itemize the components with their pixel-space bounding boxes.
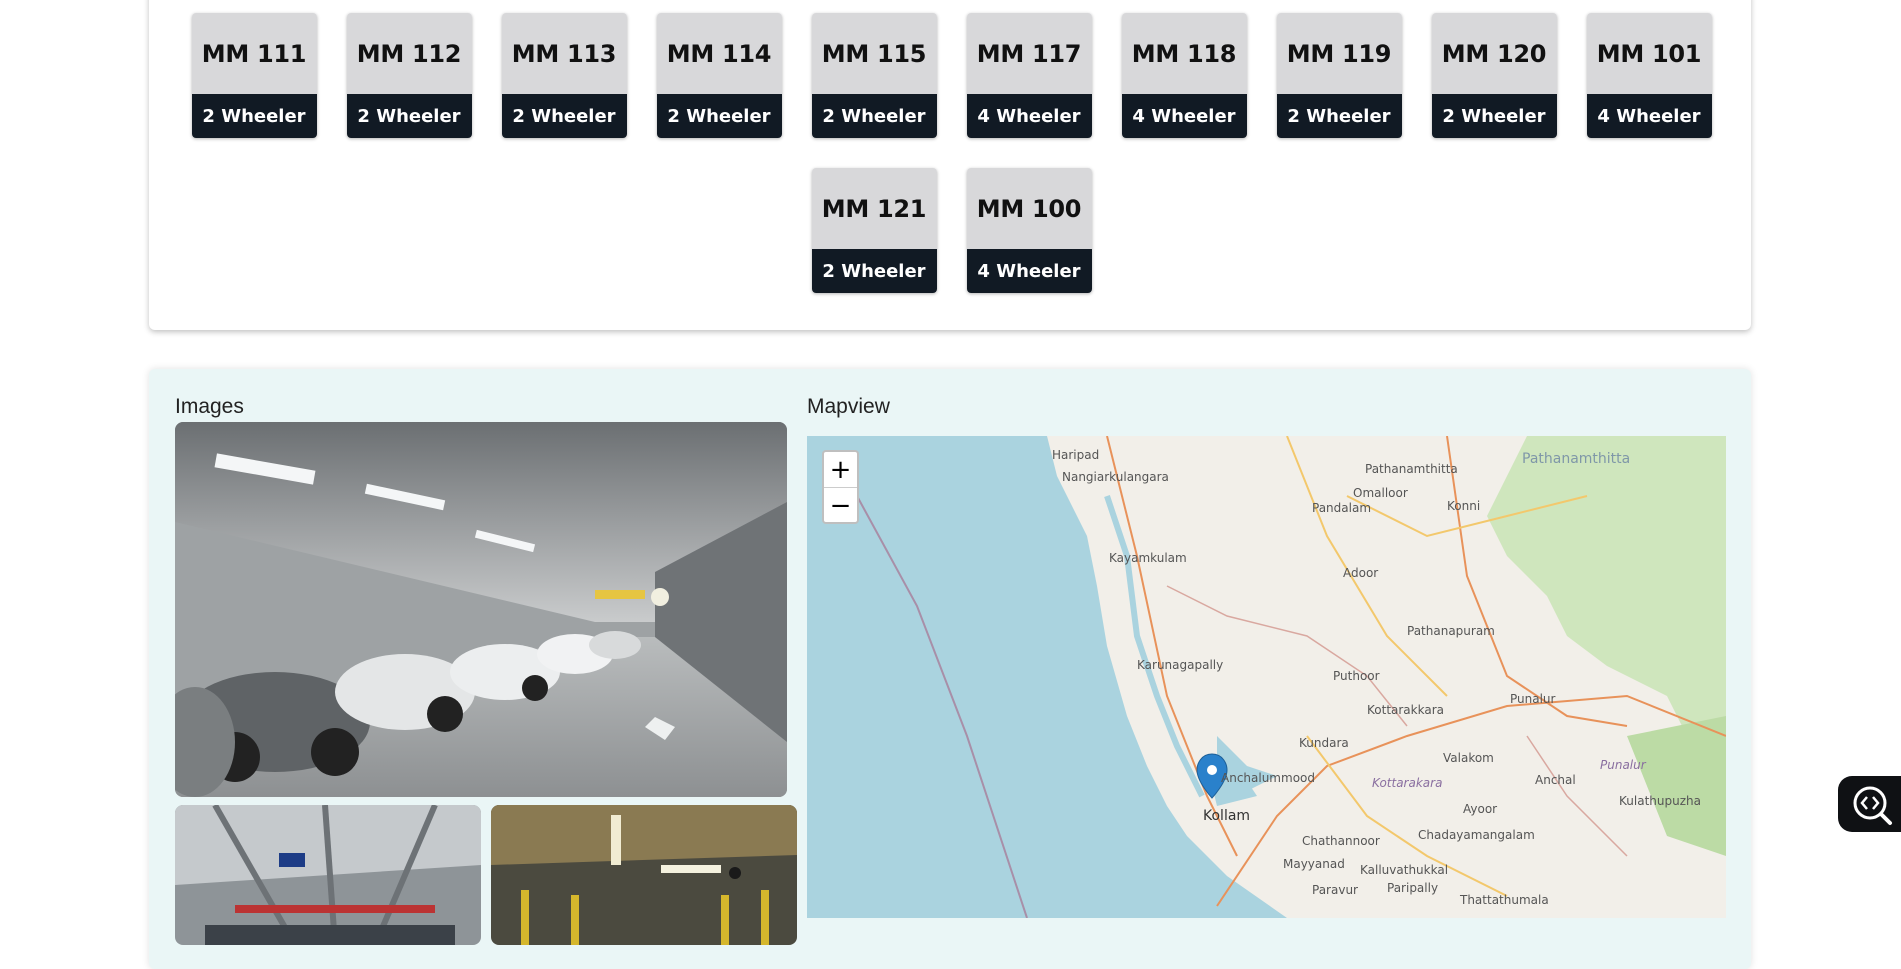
slot-name: MM 120 [1431, 13, 1557, 94]
slot-vehicle-type: 2 Wheeler [501, 94, 627, 138]
slot-name: MM 111 [191, 13, 317, 94]
slot-name: MM 119 [1276, 13, 1402, 94]
inspector-widget-button[interactable] [1838, 776, 1901, 832]
slot-name: MM 121 [811, 168, 937, 249]
parking-slot-tile[interactable]: MM 115 2 Wheeler [811, 13, 937, 138]
map-place-label: Paripally [1387, 881, 1439, 895]
slot-name: MM 114 [656, 13, 782, 94]
slot-name: MM 117 [966, 13, 1092, 94]
map-place-label: Pathanapuram [1407, 624, 1495, 638]
map-zoom-control: + − [822, 450, 859, 524]
slot-vehicle-type: 4 Wheeler [1121, 94, 1247, 138]
parking-slots-grid: MM 111 2 Wheeler MM 112 2 Wheeler MM 113 2 Wh… [191, 13, 1712, 293]
map-place-label: Mayyanad [1283, 857, 1345, 871]
map-view[interactable]: Haripad Nangiarkulangara Pathanamthitta … [807, 436, 1726, 918]
zoom-in-button[interactable]: + [824, 452, 857, 487]
parking-photo-thumb-1[interactable] [175, 805, 481, 945]
map-place-label: Paravur [1312, 883, 1358, 897]
map-water-label: Punalur [1600, 758, 1646, 772]
map-place-label: Pandalam [1312, 501, 1372, 515]
slot-vehicle-type: 2 Wheeler [811, 249, 937, 293]
map-place-label: Karunagapally [1137, 658, 1224, 672]
slot-vehicle-type: 2 Wheeler [811, 94, 937, 138]
parking-slot-tile[interactable]: MM 117 4 Wheeler [966, 13, 1092, 138]
map-place-label: Kundara [1299, 736, 1349, 750]
map-place-label: Anchalummood [1221, 771, 1315, 785]
slot-name: MM 118 [1121, 13, 1247, 94]
slot-name: MM 115 [811, 13, 937, 94]
map-place-label: Kayamkulam [1109, 551, 1187, 565]
parking-garage-image [175, 805, 481, 945]
map-place-label: Pathanamthitta [1365, 462, 1458, 476]
slot-vehicle-type: 4 Wheeler [1586, 94, 1712, 138]
map-place-label: Puthoor [1333, 669, 1380, 683]
map-place-label: Konni [1447, 499, 1481, 513]
slot-vehicle-type: 2 Wheeler [656, 94, 782, 138]
slot-vehicle-type: 2 Wheeler [1276, 94, 1402, 138]
parking-slot-tile[interactable]: MM 113 2 Wheeler [501, 13, 627, 138]
slot-vehicle-type: 2 Wheeler [346, 94, 472, 138]
zoom-out-button[interactable]: − [824, 487, 857, 523]
parking-slot-tile[interactable]: MM 112 2 Wheeler [346, 13, 472, 138]
map-water-label: Kottarakara [1372, 776, 1443, 790]
images-title: Images [175, 395, 244, 418]
map-place-label: Valakom [1443, 751, 1494, 765]
mapview-title: Mapview [807, 395, 890, 418]
map-tiles [856, 436, 1726, 918]
map-place-label: Kulathupuzha [1619, 794, 1701, 808]
map-place-label: Kalluvathukkal [1360, 863, 1449, 877]
parking-slot-tile[interactable]: MM 111 2 Wheeler [191, 13, 317, 138]
parking-garage-image [175, 422, 787, 797]
map-place-label: Anchal [1535, 773, 1576, 787]
parking-photo-thumb-2[interactable] [491, 805, 797, 945]
parking-slot-tile[interactable]: MM 121 2 Wheeler [811, 168, 937, 293]
parking-slot-tile[interactable]: MM 101 4 Wheeler [1586, 13, 1712, 138]
slot-name: MM 113 [501, 13, 627, 94]
map-place-label-kollam: Kollam [1203, 808, 1251, 824]
parking-garage-image [491, 805, 797, 945]
map-place-label: Chathannoor [1302, 834, 1380, 848]
slot-vehicle-type: 2 Wheeler [191, 94, 317, 138]
slot-name: MM 100 [966, 168, 1092, 249]
code-search-icon [1853, 786, 1892, 825]
map-place-label: Chadayamangalam [1418, 828, 1535, 842]
map-place-label: Adoor [1343, 566, 1379, 580]
map-place-label: Thattathumala [1460, 893, 1549, 907]
slot-vehicle-type: 4 Wheeler [966, 94, 1092, 138]
parking-slot-tile[interactable]: MM 120 2 Wheeler [1431, 13, 1557, 138]
slot-name: MM 101 [1586, 13, 1712, 94]
map-place-label: Haripad [1052, 448, 1100, 462]
map-place-label: Ayoor [1463, 802, 1498, 816]
parking-slot-tile[interactable]: MM 119 2 Wheeler [1276, 13, 1402, 138]
parking-slot-tile[interactable]: MM 114 2 Wheeler [656, 13, 782, 138]
map-place-label: Punalur [1510, 692, 1556, 706]
slot-vehicle-type: 2 Wheeler [1431, 94, 1557, 138]
slot-name: MM 112 [346, 13, 472, 94]
parking-photo-main[interactable] [175, 422, 787, 797]
map-place-label: Omalloor [1353, 486, 1408, 500]
map-place-label: Kottarakkara [1367, 703, 1444, 717]
parking-slot-tile[interactable]: MM 100 4 Wheeler [966, 168, 1092, 293]
slot-vehicle-type: 4 Wheeler [966, 249, 1092, 293]
map-place-label: Nangiarkulangara [1062, 470, 1169, 484]
parking-slot-tile[interactable]: MM 118 4 Wheeler [1121, 13, 1247, 138]
map-region-label: Pathanamthitta [1522, 451, 1631, 467]
